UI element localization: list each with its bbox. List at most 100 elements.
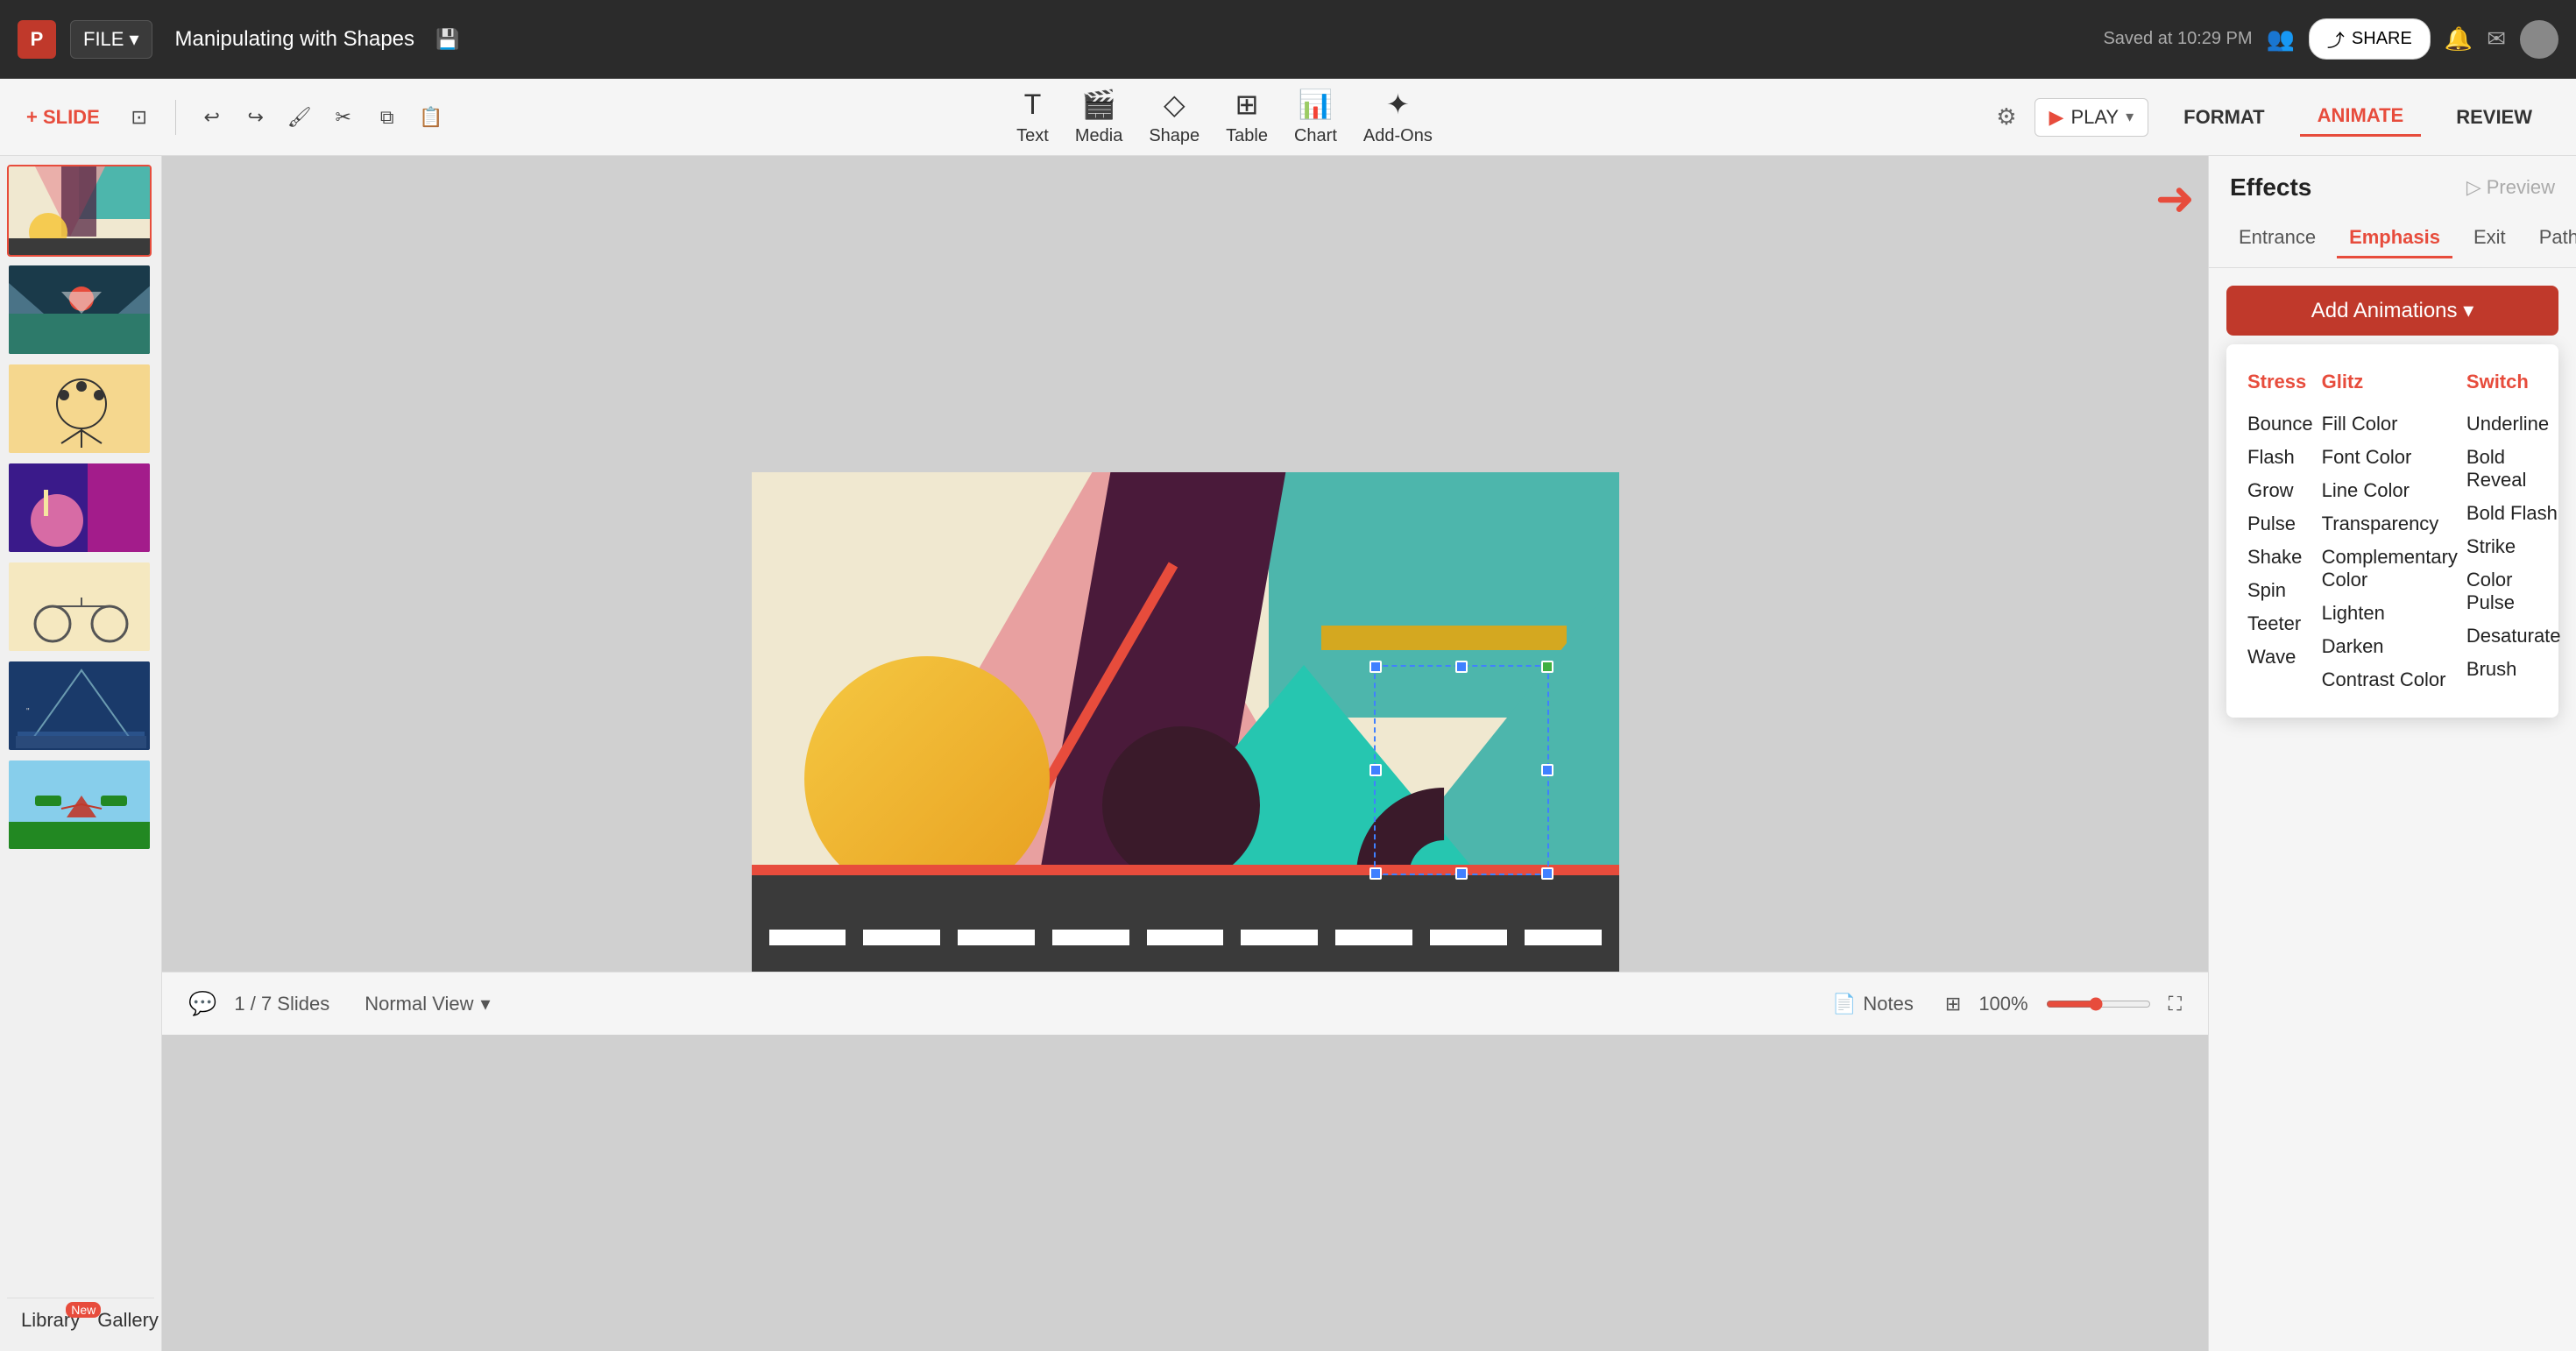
complementary-color-item[interactable]: Complementary Color	[2322, 541, 2458, 597]
transparency-item[interactable]: Transparency	[2322, 507, 2458, 541]
text-tool[interactable]: T Text	[1016, 88, 1049, 146]
sidebar-footer: Library New Gallery	[7, 1298, 154, 1342]
notifications-icon[interactable]: 🔔	[2445, 25, 2473, 53]
shape-tool[interactable]: ◇ Shape	[1149, 88, 1200, 146]
slide-thumb-7[interactable]	[7, 759, 152, 851]
pulse-item[interactable]: Pulse	[2247, 507, 2313, 541]
main-area: " Library New Gallery	[0, 156, 2576, 1351]
slide-thumb-5[interactable]	[7, 561, 152, 653]
darken-item[interactable]: Darken	[2322, 630, 2458, 663]
format-tab[interactable]: FORMAT	[2166, 99, 2282, 136]
center-toolbar: T Text 🎬 Media ◇ Shape ⊞ Table 📊 Chart ✦…	[453, 88, 1996, 146]
shape-icon: ◇	[1164, 88, 1185, 121]
settings-icon[interactable]: ⚙	[1996, 103, 2016, 131]
play-dropdown-icon[interactable]: ▾	[2126, 108, 2134, 126]
addons-icon: ✦	[1386, 88, 1410, 121]
text-icon: T	[1024, 88, 1042, 121]
contrast-color-item[interactable]: Contrast Color	[2322, 663, 2458, 697]
addons-tool[interactable]: ✦ Add-Ons	[1363, 88, 1433, 146]
media-tool[interactable]: 🎬 Media	[1075, 88, 1122, 146]
slide-thumb-4[interactable]	[7, 462, 152, 554]
emphasis-tab[interactable]: Emphasis	[2337, 219, 2452, 258]
play-icon: ▶	[2049, 106, 2064, 129]
zoom-slider[interactable]	[2046, 997, 2151, 1011]
add-slide-label: + SLIDE	[26, 106, 100, 129]
save-icon[interactable]: 💾	[435, 28, 459, 51]
collaborators-icon[interactable]: 👥	[2267, 25, 2295, 53]
entrance-tab[interactable]: Entrance	[2226, 219, 2328, 258]
fill-color-item[interactable]: Fill Color	[2322, 407, 2458, 441]
font-color-item[interactable]: Font Color	[2322, 441, 2458, 474]
red-bar-shape	[752, 865, 1619, 875]
mail-icon[interactable]: ✉	[2487, 25, 2506, 53]
file-label: FILE	[83, 28, 124, 51]
add-slide-button[interactable]: + SLIDE	[26, 106, 100, 129]
shake-item[interactable]: Shake	[2247, 541, 2313, 574]
road-line	[1430, 930, 1507, 945]
view-chevron-icon: ▾	[481, 993, 491, 1015]
layout-icon[interactable]: ⊡	[117, 95, 161, 139]
desaturate-item[interactable]: Desaturate	[2466, 619, 2561, 653]
road-line	[1335, 930, 1412, 945]
switch-header: Switch	[2466, 371, 2561, 393]
file-menu-button[interactable]: FILE ▾	[70, 20, 152, 59]
stress-header: Stress	[2247, 371, 2313, 393]
user-avatar[interactable]	[2520, 20, 2558, 59]
effects-header: Effects ▷ Preview	[2209, 156, 2576, 210]
share-button[interactable]: ⤴ SHARE	[2309, 18, 2431, 60]
library-tab[interactable]: Library New	[21, 1309, 80, 1332]
spin-item[interactable]: Spin	[2247, 574, 2313, 607]
copy-icon[interactable]: ⧉	[365, 95, 409, 139]
share-icon: ⤴	[2327, 26, 2345, 52]
top-bar: P FILE ▾ Manipulating with Shapes 💾 Save…	[0, 0, 2576, 79]
underline-item[interactable]: Underline	[2466, 407, 2561, 441]
play-button[interactable]: ▶ PLAY ▾	[2035, 98, 2149, 137]
undo-icon[interactable]: ↩	[190, 95, 234, 139]
preview-button[interactable]: ▷ Preview	[2466, 176, 2555, 199]
notes-icon: 📄	[1832, 993, 1856, 1015]
shape-label: Shape	[1149, 126, 1200, 146]
road-line	[769, 930, 846, 945]
grid-icon[interactable]: ⊞	[1945, 993, 1961, 1015]
bold-reveal-item[interactable]: Bold Reveal	[2466, 441, 2561, 497]
path-tab[interactable]: Path	[2527, 219, 2576, 258]
cut-icon[interactable]: ✂	[322, 95, 365, 139]
chat-icon[interactable]: 💬	[188, 990, 216, 1017]
color-pulse-item[interactable]: Color Pulse	[2466, 563, 2561, 619]
grow-item[interactable]: Grow	[2247, 474, 2313, 507]
slide-thumb-1[interactable]	[7, 165, 152, 257]
wave-item[interactable]: Wave	[2247, 640, 2313, 674]
animate-tab[interactable]: ANIMATE	[2300, 97, 2422, 137]
fullscreen-icon[interactable]: ⛶	[2169, 993, 2182, 1015]
stress-column: Stress Bounce Flash Grow Pulse Shake Spi…	[2247, 371, 2313, 697]
media-label: Media	[1075, 126, 1122, 146]
effects-title: Effects	[2230, 173, 2311, 202]
redo-icon[interactable]: ↪	[234, 95, 278, 139]
line-color-item[interactable]: Line Color	[2322, 474, 2458, 507]
strike-item[interactable]: Strike	[2466, 530, 2561, 563]
gallery-tab[interactable]: Gallery	[97, 1309, 159, 1332]
notes-button[interactable]: 📄 Notes	[1832, 993, 1914, 1015]
bold-flash-item[interactable]: Bold Flash	[2466, 497, 2561, 530]
teeter-item[interactable]: Teeter	[2247, 607, 2313, 640]
paint-format-icon[interactable]: 🖌	[278, 95, 322, 139]
play-label: PLAY	[2070, 106, 2119, 129]
bounce-item[interactable]: Bounce	[2247, 407, 2313, 441]
preview-label: Preview	[2487, 176, 2555, 199]
exit-tab[interactable]: Exit	[2461, 219, 2518, 258]
review-tab[interactable]: REVIEW	[2438, 99, 2550, 136]
share-label: SHARE	[2352, 29, 2412, 49]
notes-label: Notes	[1863, 993, 1913, 1015]
view-mode-button[interactable]: Normal View ▾	[364, 993, 490, 1015]
flash-item[interactable]: Flash	[2247, 441, 2313, 474]
slide-canvas[interactable]	[752, 472, 1619, 972]
slide-thumb-2[interactable]	[7, 264, 152, 356]
slide-thumb-3[interactable]	[7, 363, 152, 455]
lighten-item[interactable]: Lighten	[2322, 597, 2458, 630]
slide-thumb-6[interactable]: "	[7, 660, 152, 752]
chart-tool[interactable]: 📊 Chart	[1294, 88, 1337, 146]
brush-item[interactable]: Brush	[2466, 653, 2561, 686]
add-animations-button[interactable]: Add Animations ▾	[2226, 286, 2558, 336]
paste-icon[interactable]: 📋	[409, 95, 453, 139]
table-tool[interactable]: ⊞ Table	[1226, 88, 1268, 146]
